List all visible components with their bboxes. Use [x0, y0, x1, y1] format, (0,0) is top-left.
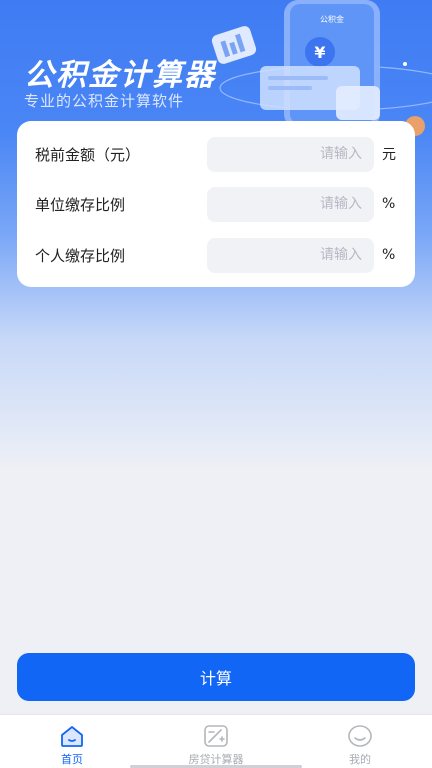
page-subtitle: 专业的公积金计算软件 [24, 92, 185, 110]
profile-icon [348, 725, 372, 747]
form-row-personal-ratio: 个人缴存比例 % [17, 235, 415, 275]
svg-text:¥: ¥ [314, 43, 325, 62]
bottom-tab-bar: 首页 房贷计算器 我的 [0, 714, 432, 768]
tab-profile-label: 我的 [349, 753, 371, 766]
personal-ratio-unit: % [382, 247, 396, 263]
personal-ratio-label: 个人缴存比例 [35, 246, 126, 265]
home-icon [61, 726, 83, 747]
calculate-button[interactable]: 计算 [17, 653, 415, 701]
form-row-employer-ratio: 单位缴存比例 % [17, 184, 415, 224]
pretax-amount-input[interactable] [207, 136, 374, 172]
phone-illustration: 公积金 ¥ [211, 0, 432, 136]
employer-ratio-unit: % [382, 196, 396, 212]
personal-ratio-input[interactable] [207, 237, 374, 273]
tab-mortgage-calculator[interactable]: 房贷计算器 [144, 715, 288, 768]
tab-profile[interactable]: 我的 [288, 715, 432, 768]
tab-home-label: 首页 [61, 753, 83, 766]
svg-text:公积金: 公积金 [320, 14, 344, 24]
calculator-icon [204, 725, 228, 747]
employer-ratio-input[interactable] [207, 186, 374, 222]
tab-home[interactable]: 首页 [0, 715, 144, 768]
page-title: 公积金计算器 [24, 58, 216, 93]
form-row-pretax-amount: 税前金额（元） 元 [17, 134, 415, 174]
input-form-card: 税前金额（元） 元 单位缴存比例 % 个人缴存比例 % [17, 121, 415, 287]
pretax-amount-label: 税前金额（元） [35, 145, 141, 164]
employer-ratio-label: 单位缴存比例 [35, 195, 126, 214]
pretax-amount-unit: 元 [382, 147, 396, 163]
